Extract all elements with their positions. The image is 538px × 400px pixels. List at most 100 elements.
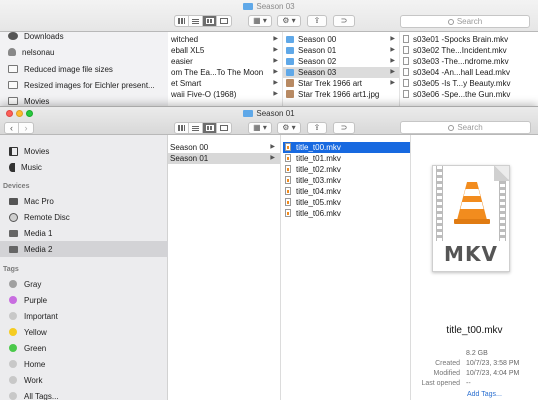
list-item-selected[interactable]: Season 03 ▶: [283, 67, 399, 78]
sidebar-item-downloads[interactable]: Downloads: [8, 29, 64, 43]
back-arrow-icon[interactable]: ‹: [5, 123, 19, 133]
coverflow-view-icon[interactable]: [217, 123, 231, 133]
list-item[interactable]: witched ▶: [168, 34, 282, 45]
list-item[interactable]: easier ▶: [168, 56, 282, 67]
sidebar-item-remote-disc[interactable]: Remote Disc: [0, 209, 168, 225]
movies-icon: [9, 146, 18, 156]
list-view-icon[interactable]: [189, 16, 203, 26]
file-row[interactable]: title_t06.mkv: [283, 208, 410, 219]
chevron-right-icon: ▶: [270, 155, 275, 161]
front-share-button[interactable]: ⇪: [307, 122, 327, 134]
home-icon: [8, 48, 16, 56]
front-search-input[interactable]: Search: [400, 121, 531, 134]
front-arrange-button[interactable]: ▦ ▾: [248, 122, 272, 134]
sidebar-item-resized-images[interactable]: Resized images for Eichler present...: [8, 78, 155, 92]
back-search-input[interactable]: Search: [400, 15, 530, 28]
back-share-button[interactable]: ⇪: [307, 15, 327, 27]
coverflow-view-icon[interactable]: [217, 16, 231, 26]
sidebar-all-tags[interactable]: All Tags...: [0, 388, 168, 400]
list-item[interactable]: Season 00 ▶: [283, 34, 399, 45]
computer-icon: [9, 197, 18, 205]
chevron-right-icon: ▶: [390, 80, 395, 86]
list-item[interactable]: s03e02 The...Incident.mkv: [400, 45, 538, 56]
front-nav-segment[interactable]: ‹ ›: [4, 122, 34, 134]
folder-icon: [286, 58, 294, 65]
file-row-selected[interactable]: title_t00.mkv: [283, 142, 410, 153]
file-row[interactable]: title_t03.mkv: [283, 175, 410, 186]
sidebar-tag-purple[interactable]: Purple: [0, 292, 168, 308]
list-item[interactable]: Star Trek 1966 art1.jpg: [283, 89, 399, 100]
devices-heading: Devices: [3, 183, 30, 190]
sidebar-tag-work[interactable]: Work: [0, 372, 168, 388]
back-tag-button[interactable]: ⊃: [333, 15, 355, 27]
folder-icon: [286, 47, 294, 54]
mkv-file-icon: [403, 68, 409, 76]
list-item-selected[interactable]: Season 01 ▶: [168, 153, 280, 164]
sidebar-tag-gray[interactable]: Gray: [0, 276, 168, 292]
sidebar-item-music[interactable]: Music: [0, 159, 168, 175]
sidebar-tag-home[interactable]: Home: [0, 356, 168, 372]
list-item[interactable]: waii Five-O (1968) ▶: [168, 89, 282, 100]
forward-arrow-icon[interactable]: ›: [19, 123, 33, 133]
created-date: 10/7/23, 3:58 PM: [466, 360, 520, 367]
front-action-button[interactable]: ⚙ ▾: [277, 122, 301, 134]
chevron-right-icon: ▶: [273, 80, 278, 86]
drive-icon: [9, 245, 18, 253]
file-row[interactable]: title_t02.mkv: [283, 164, 410, 175]
sidebar-item-movies[interactable]: Movies: [0, 143, 168, 159]
file-row[interactable]: title_t01.mkv: [283, 153, 410, 164]
seasons-column: Season 00 ▶ Season 01 ▶: [168, 135, 281, 400]
list-item[interactable]: Season 02 ▶: [283, 56, 399, 67]
sidebar-item-media-2[interactable]: Media 2: [0, 241, 168, 257]
sidebar-tag-yellow[interactable]: Yellow: [0, 324, 168, 340]
front-view-switcher[interactable]: [174, 122, 232, 134]
list-item[interactable]: Season 01 ▶: [283, 45, 399, 56]
back-action-button[interactable]: ⚙ ▾: [277, 15, 301, 27]
list-item[interactable]: s03e04 -An...hall Lead.mkv: [400, 67, 538, 78]
column-view-icon[interactable]: [203, 16, 217, 26]
mkv-file-icon: [285, 176, 291, 184]
list-item[interactable]: om The Ea...To The Moon ▶: [168, 67, 282, 78]
sidebar-tag-important[interactable]: Important: [0, 308, 168, 324]
sidebar-item-home[interactable]: nelsonau: [8, 45, 54, 59]
column-view-icon[interactable]: [203, 123, 217, 133]
list-item[interactable]: s03e05 -Is T...y Beauty.mkv: [400, 78, 538, 89]
icon-view-icon[interactable]: [175, 123, 189, 133]
search-icon: [447, 19, 454, 25]
back-column-shows: witched ▶ eball XL5 ▶ easier ▶ om The Ea...…: [168, 32, 283, 111]
list-item[interactable]: et Smart ▶: [168, 78, 282, 89]
music-icon: [9, 162, 15, 172]
list-view-icon[interactable]: [189, 123, 203, 133]
chevron-right-icon: ▶: [273, 69, 278, 75]
icon-view-icon[interactable]: [175, 16, 189, 26]
back-finder-window[interactable]: Season 03 ‹ › ▦ ▾ ⚙ ▾ ⇪ ⊃ Search Downloa…: [0, 0, 538, 112]
folder-icon: [286, 36, 294, 43]
mkv-file-icon: [403, 79, 409, 87]
sidebar-item-media-1[interactable]: Media 1: [0, 225, 168, 241]
list-item[interactable]: eball XL5 ▶: [168, 45, 282, 56]
front-tag-button[interactable]: ⊃: [333, 122, 355, 134]
back-view-switcher[interactable]: [174, 15, 232, 27]
chevron-right-icon: ▶: [273, 36, 278, 42]
back-titlebar[interactable]: Season 03 ‹ › ▦ ▾ ⚙ ▾ ⇪ ⊃ Search: [0, 0, 538, 32]
chevron-right-icon: ▶: [390, 69, 395, 75]
back-arrange-button[interactable]: ▦ ▾: [248, 15, 272, 27]
list-item[interactable]: Star Trek 1966 art ▶: [283, 78, 399, 89]
sidebar-item-mac-pro[interactable]: Mac Pro: [0, 193, 168, 209]
list-item[interactable]: s03e01 -Spocks Brain.mkv: [400, 34, 538, 45]
list-item[interactable]: Season 00 ▶: [168, 142, 280, 153]
front-finder-window[interactable]: Season 01 ‹ › ▦ ▾ ⚙ ▾ ⇪ ⊃ Search Movies …: [0, 106, 538, 400]
sidebar-tag-green[interactable]: Green: [0, 340, 168, 356]
tag-dot-icon: [9, 312, 17, 320]
file-row[interactable]: title_t05.mkv: [283, 197, 410, 208]
list-item[interactable]: s03e03 -The...ndrome.mkv: [400, 56, 538, 67]
file-row[interactable]: title_t04.mkv: [283, 186, 410, 197]
list-item[interactable]: s03e06 -Spe...the Gun.mkv: [400, 89, 538, 100]
film-strip-left: [436, 166, 443, 241]
mkv-file-icon: [285, 187, 291, 195]
back-column-seasons: Season 00 ▶ Season 01 ▶ Season 02 ▶ Season …: [283, 32, 400, 111]
chevron-right-icon: ▶: [273, 58, 278, 64]
add-tags-link[interactable]: Add Tags...: [467, 391, 502, 398]
front-titlebar[interactable]: Season 01 ‹ › ▦ ▾ ⚙ ▾ ⇪ ⊃ Search: [0, 107, 538, 135]
sidebar-item-reduced-images[interactable]: Reduced image file sizes: [8, 62, 113, 76]
